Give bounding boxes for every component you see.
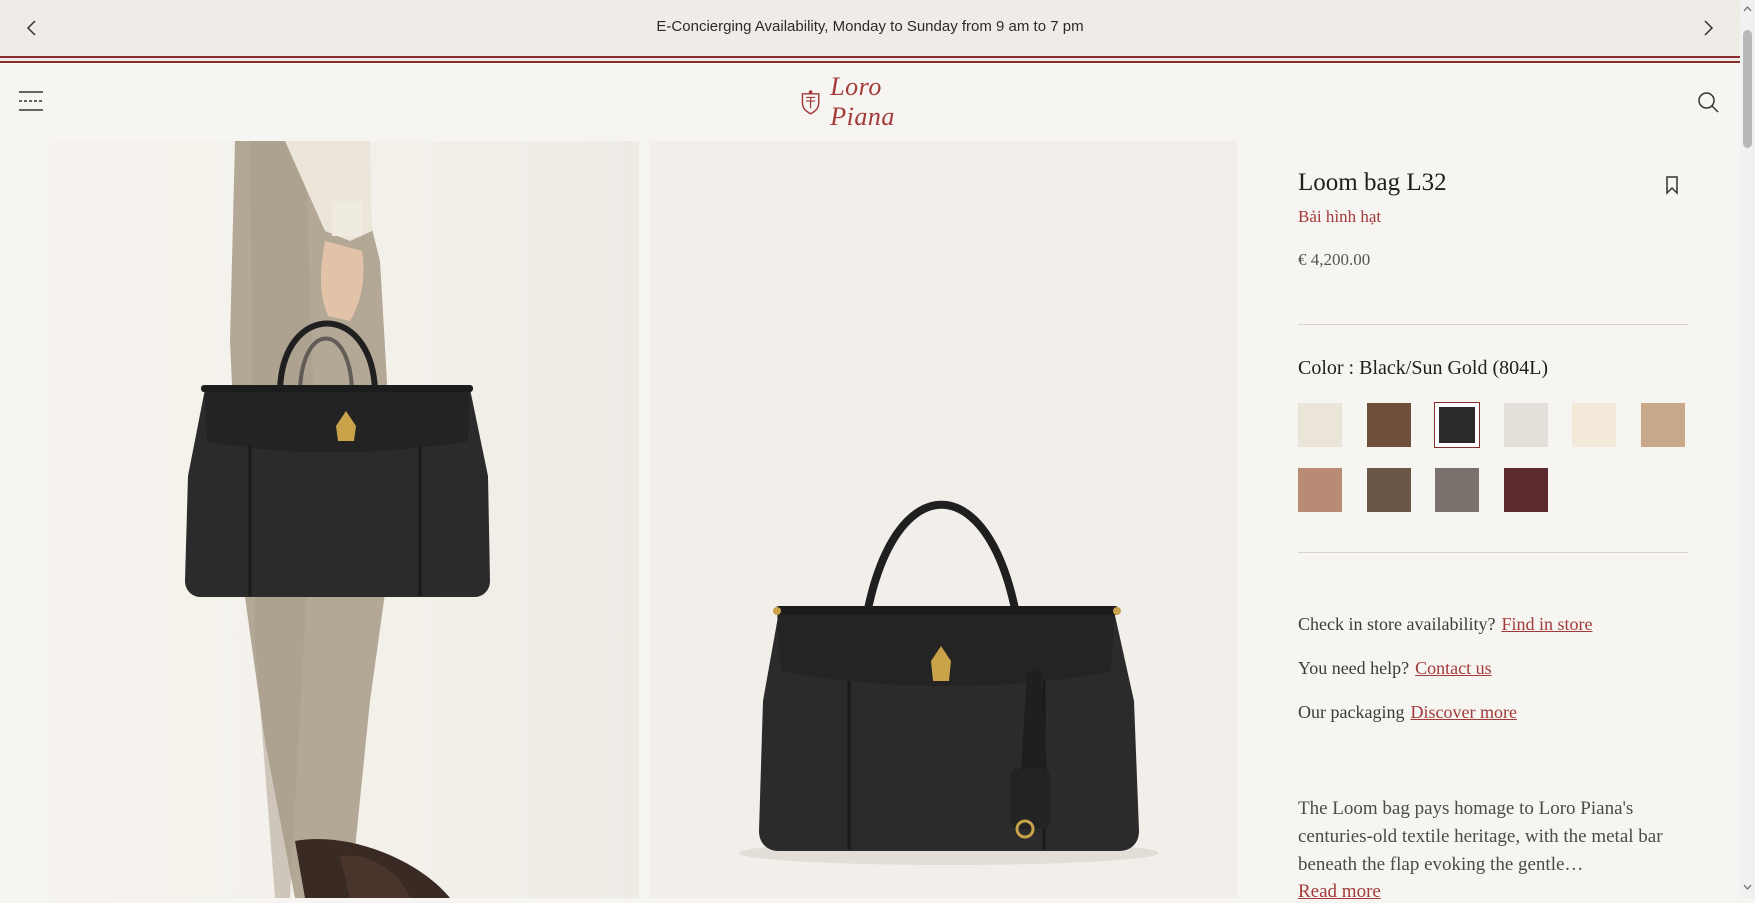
color-swatch[interactable]	[1366, 403, 1411, 447]
scrollbar-thumb[interactable]	[1743, 30, 1752, 148]
scroll-down-icon[interactable]	[1743, 882, 1752, 892]
product-title: Loom bag L32	[1298, 169, 1447, 196]
product-description: The Loom bag pays homage to Loro Piana's…	[1298, 798, 1663, 875]
color-swatch[interactable]	[1435, 468, 1479, 512]
contact-us-link[interactable]: Contact us	[1415, 658, 1492, 678]
site-header: Loro Piana	[0, 64, 1740, 140]
color-swatch[interactable]	[1503, 403, 1548, 447]
product-subtitle: Bải hình hạt	[1298, 207, 1382, 226]
brand-name: Loro Piana	[830, 72, 895, 131]
brand-logo[interactable]: Loro Piana	[797, 72, 942, 131]
discover-more-link[interactable]: Discover more	[1410, 702, 1516, 722]
divider	[1298, 324, 1688, 325]
product-price: € 4,200.00	[1298, 250, 1371, 269]
help-text: You need help?	[1298, 658, 1410, 678]
color-label: Color : Black/Sun Gold (804L)	[1298, 357, 1548, 379]
read-more-link[interactable]: Read more	[1298, 881, 1381, 903]
divider	[1298, 552, 1688, 553]
packaging-text: Our packaging	[1298, 702, 1405, 722]
color-swatch[interactable]	[1298, 468, 1342, 512]
find-in-store-link[interactable]: Find in store	[1501, 614, 1592, 634]
announcement-bar: E-Concierging Availability, Monday to Su…	[0, 0, 1740, 58]
packaging-row: Our packaging Discover more	[1298, 702, 1517, 723]
search-icon[interactable]	[1696, 90, 1720, 114]
scroll-up-icon[interactable]	[1743, 4, 1752, 14]
color-swatch[interactable]	[1572, 403, 1616, 447]
chevron-right-icon[interactable]	[1696, 16, 1720, 40]
color-swatch[interactable]	[1366, 468, 1411, 512]
product-image-worn[interactable]	[50, 141, 639, 898]
store-availability-text: Check in store availability?	[1298, 614, 1496, 634]
store-availability: Check in store availability? Find in stor…	[1298, 614, 1592, 635]
bookmark-icon[interactable]	[1664, 175, 1680, 195]
hamburger-icon[interactable]	[18, 90, 44, 112]
color-swatch[interactable]	[1298, 403, 1342, 447]
color-swatch[interactable]	[1640, 403, 1685, 447]
color-swatch[interactable]	[1434, 402, 1480, 448]
crest-icon	[801, 90, 820, 115]
announcement-text: E-Concierging Availability, Monday to Su…	[656, 18, 1084, 35]
product-image-front[interactable]	[649, 141, 1237, 898]
color-swatch[interactable]	[1503, 468, 1548, 512]
help-row: You need help? Contact us	[1298, 658, 1492, 679]
scrollbar[interactable]	[1740, 0, 1755, 898]
